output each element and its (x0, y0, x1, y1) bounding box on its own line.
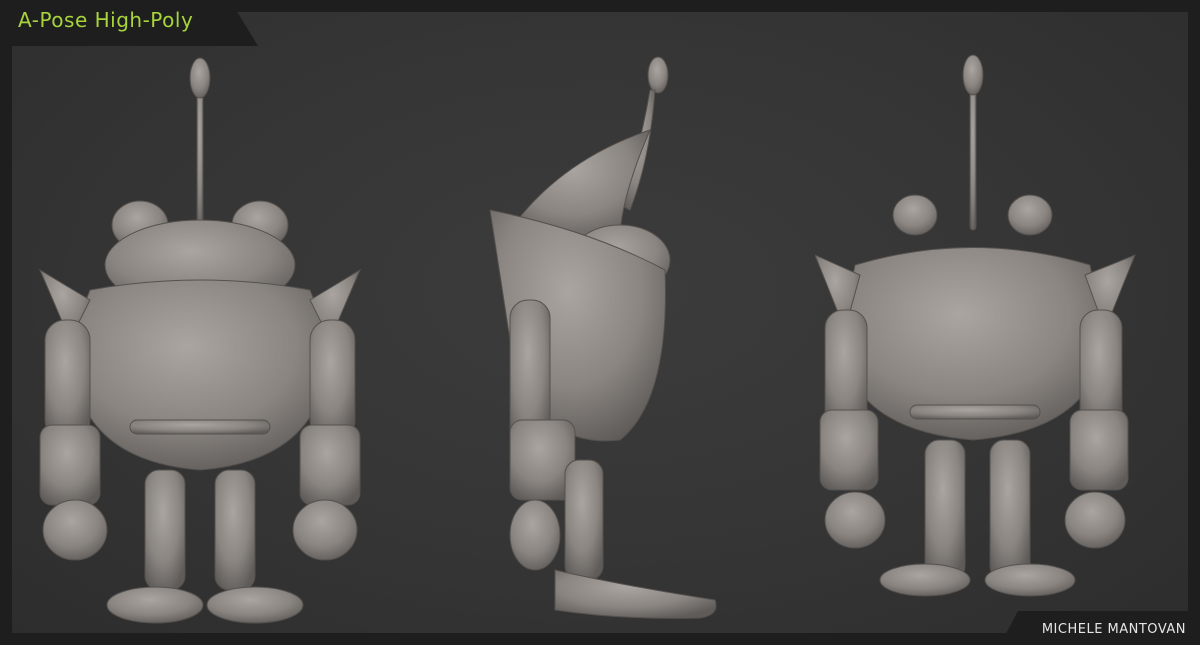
artist-credit: MICHELE MANTOVAN (1041, 622, 1186, 637)
back-view-sculpt (815, 40, 1145, 630)
back-view-figure (815, 54, 1136, 597)
page-title: A-Pose High-Poly (18, 8, 194, 32)
front-view-sculpt (30, 40, 380, 630)
credit-tab: MICHELE MANTOVAN (1000, 611, 1200, 645)
front-view-figure (38, 57, 362, 624)
side-view-sculpt (470, 40, 740, 630)
side-view-figure (489, 56, 717, 619)
